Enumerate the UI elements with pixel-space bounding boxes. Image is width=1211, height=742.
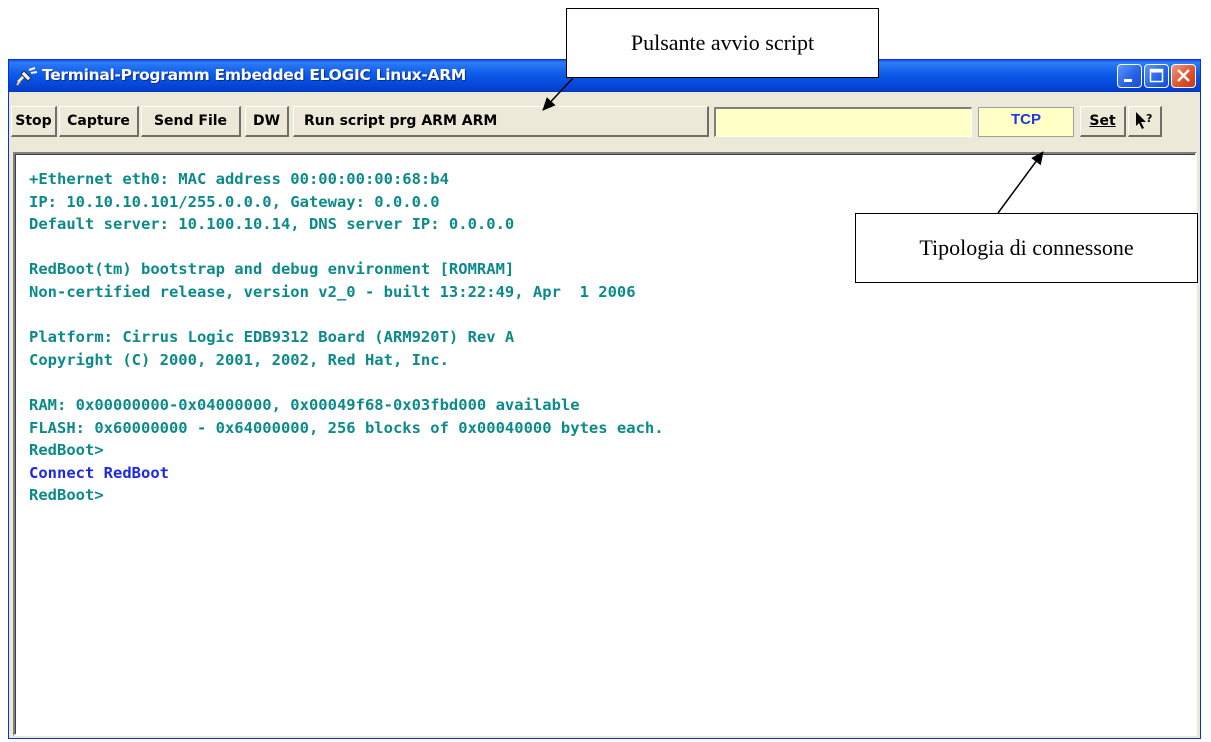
run-script-button-label: Run script prg ARM ARM (304, 113, 498, 129)
toolbar: Stop Capture Send File DW Run script prg… (9, 92, 1200, 140)
terminal-line: RedBoot(tm) bootstrap and debug environm… (29, 260, 515, 279)
terminal-line: Platform: Cirrus Logic EDB9312 Board (AR… (29, 328, 515, 347)
terminal-line: Non-certified release, version v2_0 - bu… (29, 282, 636, 301)
terminal-line: RedBoot> (29, 486, 104, 505)
terminal-line: Copyright (C) 2000, 2001, 2002, Red Hat,… (29, 350, 449, 369)
capture-button-label: Capture (67, 113, 130, 129)
connection-type-label: TCP (1011, 111, 1041, 128)
terminal-line: Default server: 10.100.10.14, DNS server… (29, 215, 515, 234)
script-button-callout-text: Pulsante avvio script (630, 30, 815, 55)
connection-type-callout-text: Tipologia di connessone (919, 235, 1134, 260)
stop-button-label: Stop (15, 113, 52, 129)
terminal-line: IP: 10.10.10.101/255.0.0.0, Gateway: 0.0… (29, 192, 440, 211)
connection-type-callout: Tipologia di connessone (855, 213, 1198, 283)
maximize-icon (1149, 68, 1164, 83)
terminal-window: Terminal-Programm Embedded ELOGIC Linux-… (8, 59, 1201, 739)
svg-text:?: ? (1146, 112, 1152, 125)
terminal-user-line: Connect RedBoot (29, 463, 169, 482)
terminal-line: FLASH: 0x60000000 - 0x64000000, 256 bloc… (29, 418, 664, 437)
minimize-icon (1124, 79, 1132, 82)
terminal-lines: +Ethernet eth0: MAC address 00:00:00:00:… (29, 168, 664, 507)
terminal-line: RAM: 0x00000000-0x04000000, 0x00049f68-0… (29, 395, 580, 414)
stop-button[interactable]: Stop (11, 106, 57, 137)
send-file-button[interactable]: Send File (141, 106, 241, 137)
dw-button-label: DW (252, 113, 281, 129)
help-pointer-icon: ? (1135, 112, 1152, 129)
terminal-line: +Ethernet eth0: MAC address 00:00:00:00:… (29, 170, 449, 188)
command-input[interactable] (714, 107, 972, 137)
close-button[interactable] (1171, 64, 1196, 88)
minimize-button[interactable] (1117, 64, 1142, 88)
app-plug-icon (16, 67, 38, 86)
capture-button[interactable]: Capture (59, 106, 139, 137)
close-icon (1177, 69, 1190, 82)
send-file-button-label: Send File (153, 113, 228, 129)
terminal-line: RedBoot> (29, 441, 104, 460)
dw-button[interactable]: DW (245, 106, 289, 137)
set-button[interactable]: Set (1080, 106, 1126, 137)
set-button-label: Set (1089, 113, 1116, 129)
help-button[interactable]: ? (1128, 106, 1162, 137)
run-script-button[interactable]: Run script prg ARM ARM (293, 106, 709, 137)
script-button-callout: Pulsante avvio script (566, 8, 879, 78)
maximize-button[interactable] (1144, 64, 1169, 88)
connection-type-display: TCP (978, 107, 1074, 137)
window-title: Terminal-Programm Embedded ELOGIC Linux-… (42, 66, 466, 84)
